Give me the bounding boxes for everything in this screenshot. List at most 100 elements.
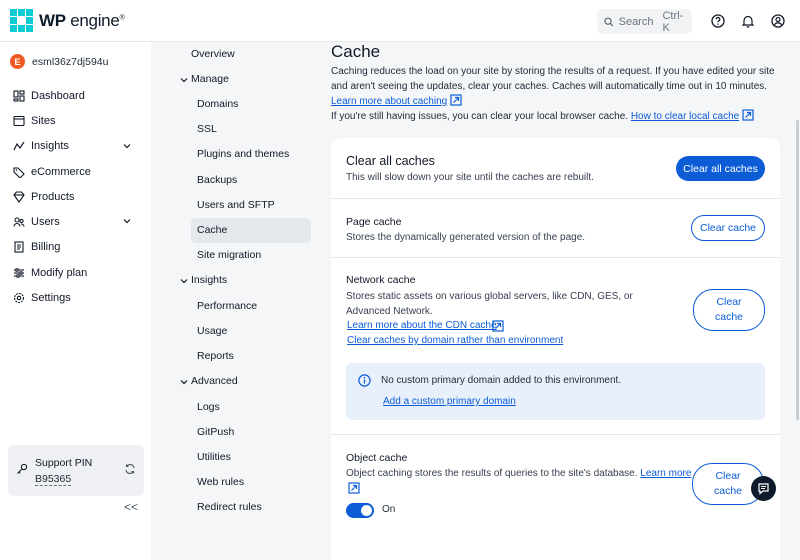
avatar: E	[10, 54, 25, 69]
subnav-section-manage[interactable]: Manage	[191, 67, 311, 92]
subnav-item-utilities[interactable]: Utilities	[197, 445, 317, 470]
network-cache-desc: Stores static assets on various global s…	[346, 291, 633, 317]
account-name: esml36z7dj594u	[32, 55, 109, 68]
info-icon	[358, 374, 371, 387]
sites-icon	[13, 115, 25, 126]
page-title: Cache	[331, 42, 381, 61]
external-link-icon	[492, 320, 504, 332]
search-button[interactable]: Search Ctrl-K	[597, 9, 692, 34]
intro-text: Caching reduces the load on your site by…	[331, 66, 775, 92]
brand-trademark: ®	[119, 13, 125, 21]
primary-sidebar: E esml36z7dj594u Dashboard Sites Insight…	[0, 42, 151, 560]
wp-engine-logo[interactable]: WP engine®	[10, 9, 125, 32]
help-icon[interactable]	[709, 12, 727, 30]
button-line-2: cache	[713, 485, 743, 497]
clear-local-cache-link[interactable]: How to clear local cache	[631, 111, 739, 122]
object-cache-toggle[interactable]	[346, 503, 374, 518]
collapse-sidebar-button[interactable]: <<	[124, 500, 138, 514]
page-cache-section: Page cache Stores the dynamically genera…	[331, 199, 780, 258]
chevron-down-icon[interactable]	[180, 76, 188, 84]
dashboard-icon	[13, 90, 25, 102]
subnav-item-site-migration[interactable]: Site migration	[197, 243, 317, 268]
subnav-item-logs[interactable]: Logs	[197, 395, 317, 420]
subnav-item-plugins-themes[interactable]: Plugins and themes	[197, 142, 317, 167]
sidebar-item-label: Modify plan	[31, 266, 88, 279]
subnav-item-web-rules[interactable]: Web rules	[197, 470, 317, 495]
page-intro: Caching reduces the load on your site by…	[331, 64, 791, 124]
settings-icon	[13, 292, 25, 304]
clear-by-domain-link[interactable]: Clear caches by domain rather than envir…	[347, 335, 563, 346]
subnav-item-cache[interactable]: Cache	[191, 218, 311, 243]
primary-nav: Dashboard Sites Insights eCommerce Produ…	[0, 83, 151, 311]
clear-all-desc: This will slow down your site until the …	[346, 172, 594, 183]
subnav-item-performance[interactable]: Performance	[197, 294, 317, 319]
object-cache-desc: Object caching stores the results of que…	[346, 466, 691, 481]
sidebar-item-label: Settings	[31, 292, 71, 305]
cache-card: Clear all caches This will slow down you…	[331, 138, 780, 560]
subnav-item-domains[interactable]: Domains	[197, 92, 317, 117]
sidebar-item-label: Products	[31, 190, 75, 203]
sidebar-item-ecommerce[interactable]: eCommerce	[0, 159, 151, 184]
object-cache-desc-text: Object caching stores the results of que…	[346, 468, 638, 479]
sidebar-item-insights[interactable]: Insights	[0, 134, 151, 159]
page-cache-title: Page cache	[346, 216, 402, 228]
button-line-2: cache	[714, 311, 744, 323]
info-message: No custom primary domain added to this e…	[381, 375, 622, 386]
subnav-item-backups[interactable]: Backups	[197, 168, 317, 193]
network-cache-title: Network cache	[346, 274, 416, 286]
support-pin-label: Support PIN	[35, 457, 93, 469]
subnav-item-gitpush[interactable]: GitPush	[197, 420, 317, 445]
brand-rest: engine	[70, 10, 120, 30]
chevron-down-icon[interactable]	[180, 277, 188, 285]
sidebar-item-products[interactable]: Products	[0, 184, 151, 209]
subnav-section-advanced[interactable]: Advanced	[191, 369, 311, 394]
subnav-section-insights[interactable]: Insights	[191, 268, 311, 293]
object-cache-toggle-label: On	[382, 504, 396, 515]
button-line-1: Clear	[716, 296, 742, 308]
subnav-item-reports[interactable]: Reports	[197, 344, 317, 369]
learn-more-caching-link[interactable]: Learn more about caching	[331, 96, 447, 107]
products-icon	[13, 191, 25, 203]
site-settings-nav: Overview Manage Domains SSL Plugins and …	[151, 42, 321, 560]
subnav-item-usage[interactable]: Usage	[197, 319, 317, 344]
cdn-cache-link[interactable]: Learn more about the CDN cache	[347, 320, 497, 331]
users-icon	[13, 217, 25, 227]
subnav-item-redirect-rules[interactable]: Redirect rules	[197, 495, 317, 520]
logo-mark-icon	[10, 9, 33, 32]
clear-page-cache-button[interactable]: Clear cache	[691, 215, 765, 241]
add-primary-domain-link[interactable]: Add a custom primary domain	[383, 396, 516, 407]
sidebar-item-label: eCommerce	[31, 165, 91, 178]
page-scrollbar[interactable]	[796, 120, 799, 420]
sidebar-item-label: Billing	[31, 241, 61, 254]
user-profile-icon[interactable]	[769, 12, 787, 30]
chat-support-button[interactable]	[751, 476, 776, 501]
network-cache-section: Network cache Stores static assets on va…	[331, 258, 780, 435]
key-icon	[17, 463, 28, 474]
account-switcher[interactable]: E esml36z7dj594u	[10, 54, 108, 69]
subnav-item-ssl[interactable]: SSL	[197, 117, 317, 142]
sidebar-item-dashboard[interactable]: Dashboard	[0, 83, 151, 108]
top-bar: WP engine® Search Ctrl-K	[0, 0, 800, 42]
subnav-item-users-sftp[interactable]: Users and SFTP	[197, 193, 317, 218]
external-link-icon	[348, 482, 360, 494]
sidebar-item-modify-plan[interactable]: Modify plan	[0, 260, 151, 285]
refresh-icon[interactable]	[124, 463, 136, 475]
brand-bold: WP	[39, 10, 66, 30]
modify-plan-icon	[14, 268, 24, 278]
sidebar-item-settings[interactable]: Settings	[0, 285, 151, 310]
chat-icon	[758, 483, 769, 495]
sidebar-item-users[interactable]: Users	[0, 209, 151, 234]
intro-text-2: If you're still having issues, you can c…	[331, 111, 629, 122]
subnav-overview[interactable]: Overview	[191, 42, 311, 67]
sidebar-item-billing[interactable]: Billing	[0, 235, 151, 260]
object-cache-learn-more-link[interactable]: Learn more	[640, 468, 691, 479]
sidebar-item-sites[interactable]: Sites	[0, 108, 151, 133]
support-pin-card: Support PIN B95365	[8, 445, 144, 496]
notifications-bell-icon[interactable]	[739, 12, 757, 30]
clear-all-caches-button[interactable]: Clear all caches	[676, 156, 765, 181]
object-cache-title: Object cache	[346, 452, 408, 464]
chevron-down-icon[interactable]	[180, 378, 188, 386]
billing-icon	[14, 241, 24, 253]
support-pin-value: B95365	[35, 473, 72, 486]
clear-network-cache-button[interactable]: Clear cache	[693, 289, 765, 331]
